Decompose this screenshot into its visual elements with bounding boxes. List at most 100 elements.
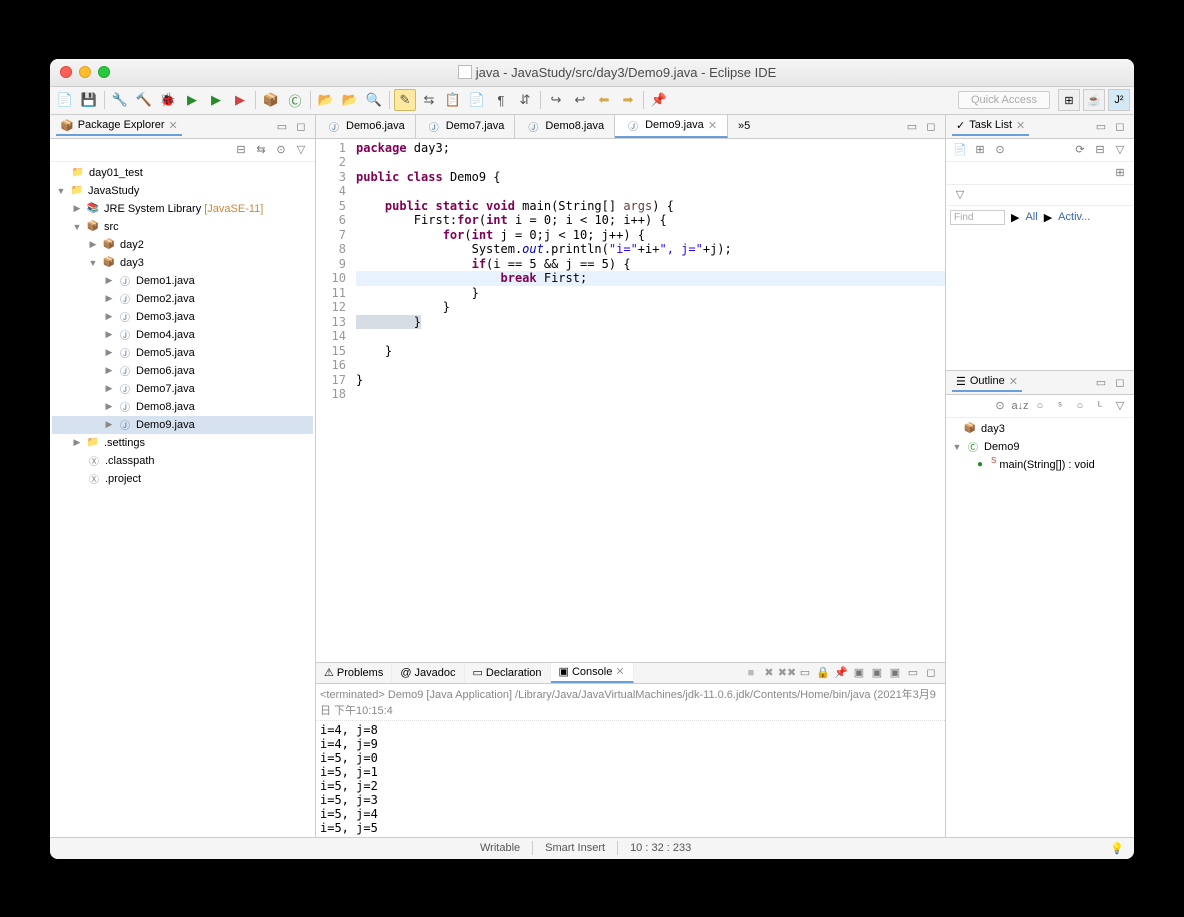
outline-item[interactable]: 📦day3 [948, 420, 1132, 438]
new-task-icon[interactable]: 📄 [952, 142, 968, 158]
outline-tree[interactable]: 📦day3 ▼ⒸDemo9 ●S main(String[]) : void [946, 418, 1134, 837]
outline-item[interactable]: ●S main(String[]) : void [948, 456, 1132, 474]
activate-link[interactable]: Activ... [1058, 211, 1090, 223]
minimize-icon[interactable]: ▭ [1093, 374, 1109, 390]
terminate-icon[interactable]: ■ [743, 665, 759, 681]
maximize-icon[interactable]: ◻ [293, 118, 309, 134]
clear-icon[interactable]: ▭ [797, 665, 813, 681]
task-list-tab[interactable]: ✓Task List ✕ [952, 117, 1029, 136]
pin-button[interactable]: 📌 [648, 89, 670, 111]
close-icon[interactable]: ✕ [615, 665, 624, 678]
twist-icon[interactable]: ▶ [104, 365, 114, 376]
tree-item[interactable]: ▶ⒿDemo7.java [52, 380, 313, 398]
close-icon[interactable]: ✕ [708, 119, 717, 132]
focus-icon[interactable]: ⊙ [992, 142, 1008, 158]
sync-icon[interactable]: ⟳ [1072, 142, 1088, 158]
twist-icon[interactable]: ▶ [104, 401, 114, 412]
display-icon[interactable]: ▣ [851, 665, 867, 681]
overflow-tabs[interactable]: »5 [728, 115, 760, 138]
remove-icon[interactable]: ✖ [761, 665, 777, 681]
tree-item[interactable]: Ⓧ.project [52, 470, 313, 488]
tree-item[interactable]: ▶ⒿDemo6.java [52, 362, 313, 380]
console-output[interactable]: i=4, j=8i=4, j=9i=5, j=0i=5, j=1i=5, j=2… [316, 721, 945, 837]
editor-tab[interactable]: ⒿDemo7.java [416, 115, 516, 138]
maximize-icon[interactable]: ◻ [923, 118, 939, 134]
quick-access[interactable]: Quick Access [958, 91, 1050, 109]
tree-item[interactable]: ▶ⒿDemo2.java [52, 290, 313, 308]
tree-item[interactable]: ▼📦src [52, 218, 313, 236]
hide-nonpublic-icon[interactable]: ○ [1072, 398, 1088, 414]
tool-icon[interactable]: ⊞ [1112, 165, 1128, 181]
tool-icon[interactable]: 🔧 [109, 89, 131, 111]
twist-icon[interactable]: ▼ [952, 442, 962, 452]
problems-tab[interactable]: ⚠Problems [316, 663, 392, 683]
toggle-button[interactable]: ✎ [394, 89, 416, 111]
open-console-icon[interactable]: ▣ [869, 665, 885, 681]
all-link[interactable]: All [1025, 211, 1037, 223]
sort-icon[interactable]: a↓z [1012, 398, 1028, 414]
forward-button[interactable]: ➡ [617, 89, 639, 111]
twist-icon[interactable]: ▶ [104, 347, 114, 358]
open-task-button[interactable]: 📂 [339, 89, 361, 111]
hide-local-icon[interactable]: ᴸ [1092, 398, 1108, 414]
twist-icon[interactable]: ▶ [72, 437, 82, 448]
scroll-lock-icon[interactable]: 🔒 [815, 665, 831, 681]
tip-icon[interactable]: 💡 [1110, 842, 1124, 855]
tree-item[interactable]: 📁day01_test [52, 164, 313, 182]
maximize-icon[interactable]: ◻ [923, 665, 939, 681]
focus-icon[interactable]: ⊙ [273, 142, 289, 158]
tree-item[interactable]: ▶ⒿDemo9.java [52, 416, 313, 434]
code-content[interactable]: package day3; public class Demo9 { publi… [351, 139, 945, 662]
twist-icon[interactable]: ▼ [56, 186, 66, 196]
open-perspective-button[interactable]: ⊞ [1058, 89, 1080, 111]
debug-button[interactable]: 🐞 [157, 89, 179, 111]
outline-tab[interactable]: ☰Outline ✕ [952, 373, 1022, 392]
tool-icon[interactable]: 🔨 [133, 89, 155, 111]
link-editor-icon[interactable]: ⇆ [253, 142, 269, 158]
twist-icon[interactable]: ▼ [88, 258, 98, 268]
hide-static-icon[interactable]: ˢ [1052, 398, 1068, 414]
twist-icon[interactable]: ▶ [104, 329, 114, 340]
tree-item[interactable]: ▶ⒿDemo4.java [52, 326, 313, 344]
new-console-icon[interactable]: ▣ [887, 665, 903, 681]
menu-icon[interactable]: ▽ [1112, 142, 1128, 158]
search-button[interactable]: 🔍 [363, 89, 385, 111]
twist-icon[interactable]: ▶ [104, 275, 114, 286]
project-tree[interactable]: 📁day01_test ▼📁JavaStudy ▶📚JRE System Lib… [50, 162, 315, 837]
twist-icon[interactable]: ▶ [72, 203, 82, 214]
package-explorer-tab[interactable]: 📦 Package Explorer ✕ [56, 117, 182, 136]
open-type-button[interactable]: 📂 [315, 89, 337, 111]
dropdown-icon[interactable]: ▽ [952, 187, 968, 203]
editor-tab[interactable]: ⒿDemo9.java ✕ [615, 115, 728, 138]
menu-icon[interactable]: ▽ [293, 142, 309, 158]
twist-icon[interactable]: ▼ [72, 222, 82, 232]
twist-icon[interactable]: ▶ [104, 383, 114, 394]
java-ee-perspective-button[interactable]: J² [1108, 89, 1130, 111]
declaration-tab[interactable]: ▭Declaration [465, 663, 551, 683]
twist-icon[interactable]: ▶ [104, 293, 114, 304]
minimize-icon[interactable] [79, 66, 91, 78]
minimize-icon[interactable]: ▭ [274, 118, 290, 134]
tool-icon[interactable]: ⇆ [418, 89, 440, 111]
maximize-icon[interactable] [98, 66, 110, 78]
tree-item[interactable]: ▶ⒿDemo3.java [52, 308, 313, 326]
java-perspective-button[interactable]: ☕ [1083, 89, 1105, 111]
tree-item[interactable]: ▶ⒿDemo1.java [52, 272, 313, 290]
maximize-icon[interactable]: ◻ [1112, 374, 1128, 390]
tree-item[interactable]: ▶📁.settings [52, 434, 313, 452]
external-button[interactable]: ▶ [229, 89, 251, 111]
tool-icon[interactable]: ↩ [569, 89, 591, 111]
save-button[interactable]: 💾 [78, 89, 100, 111]
tree-item[interactable]: Ⓧ.classpath [52, 452, 313, 470]
run-button[interactable]: ▶ [181, 89, 203, 111]
editor-tab[interactable]: ⒿDemo8.java [515, 115, 615, 138]
minimize-icon[interactable]: ▭ [905, 665, 921, 681]
focus-icon[interactable]: ⊙ [992, 398, 1008, 414]
tool-icon[interactable]: 📋 [442, 89, 464, 111]
collapse-icon[interactable]: ⊟ [1092, 142, 1108, 158]
twist-icon[interactable]: ▶ [104, 311, 114, 322]
tree-item[interactable]: ▶📚JRE System Library [JavaSE-11] [52, 200, 313, 218]
twist-icon[interactable]: ▶ [88, 239, 98, 250]
tree-item[interactable]: ▶ⒿDemo5.java [52, 344, 313, 362]
collapse-all-icon[interactable]: ⊟ [233, 142, 249, 158]
